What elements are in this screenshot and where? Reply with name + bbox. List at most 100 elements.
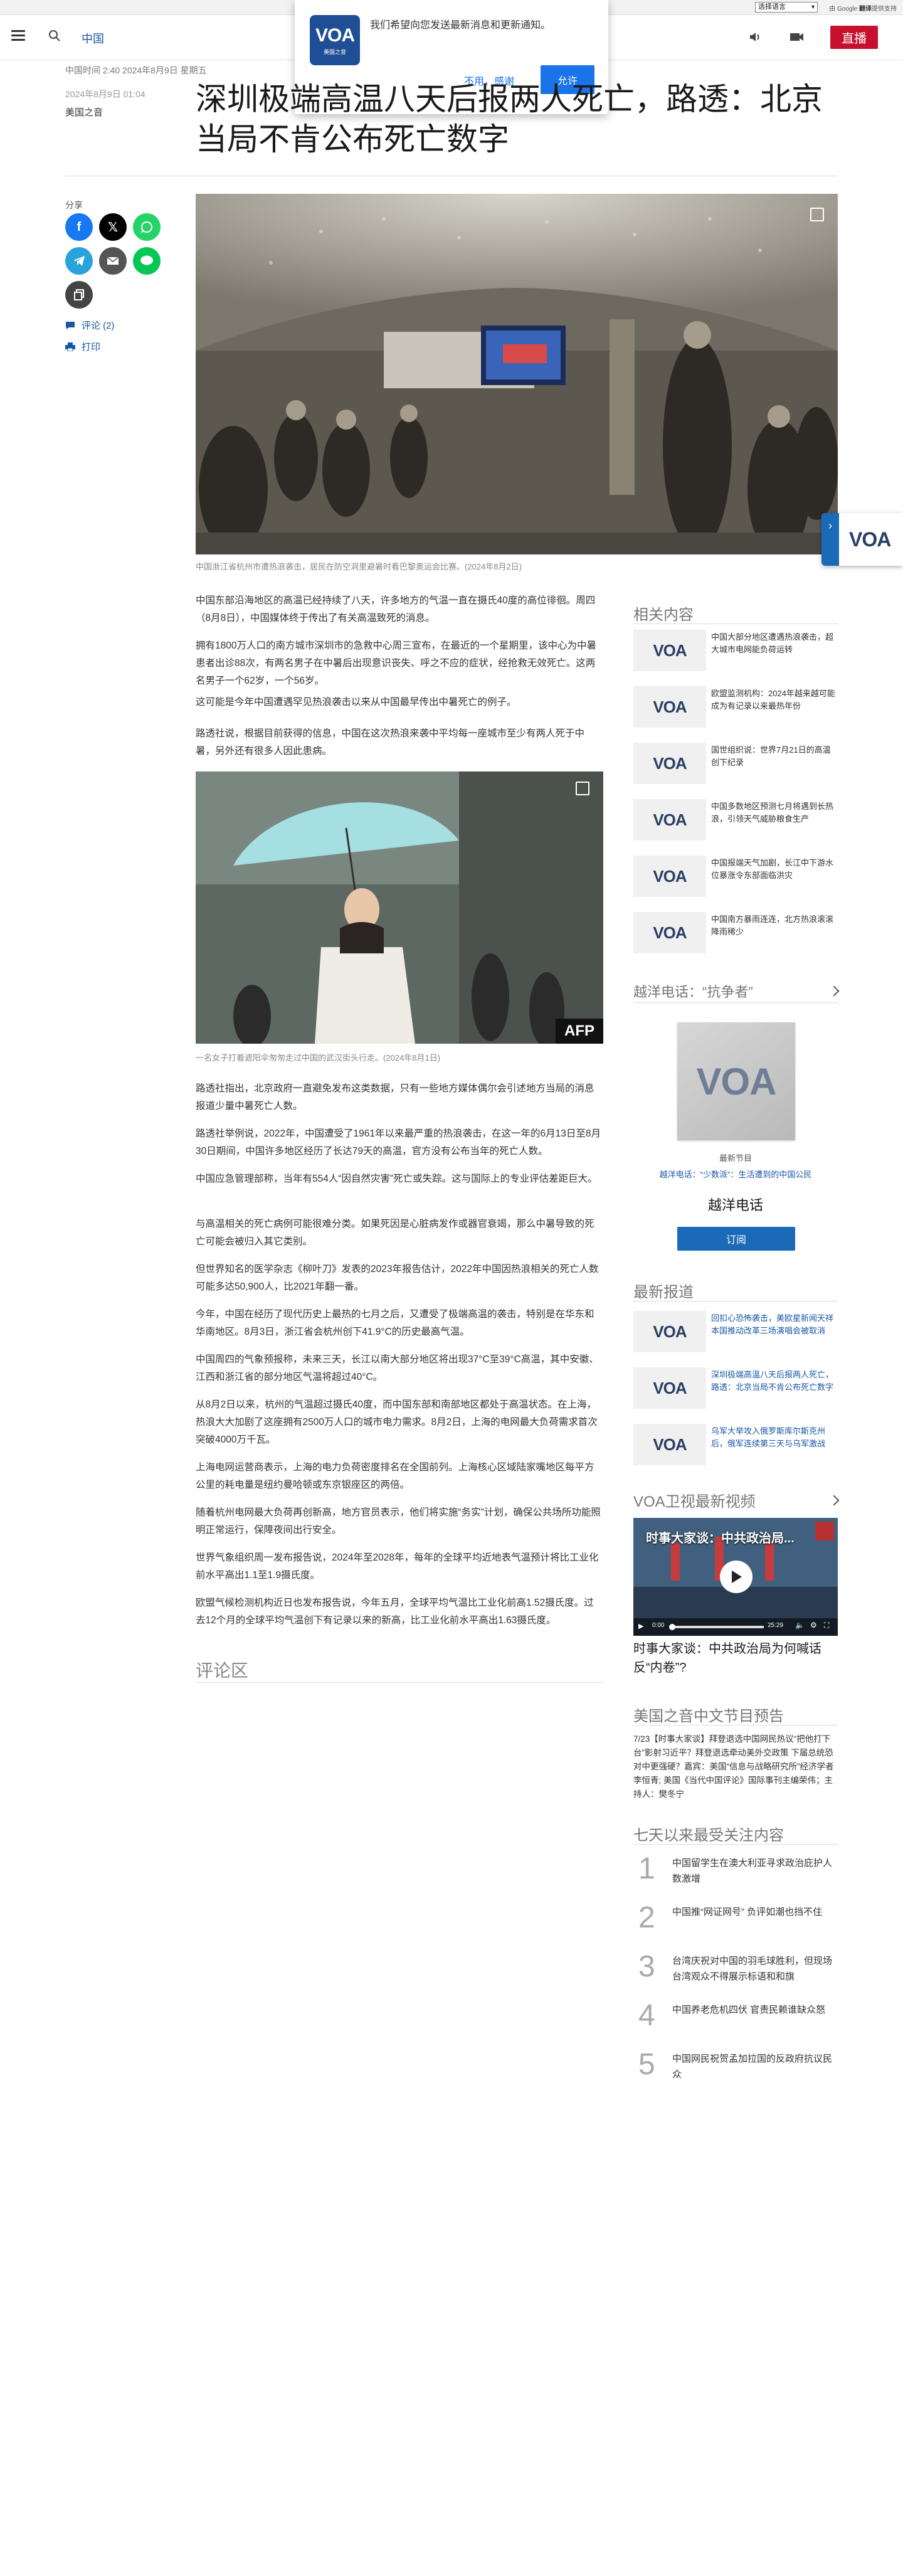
divider — [633, 623, 838, 624]
print-link-label: 打印 — [82, 342, 101, 352]
top-item[interactable]: 4 中国养老危机四伏 官责民赖谁缺众怒 — [633, 1998, 838, 2036]
top-item[interactable]: 2 中国推“网证网号” 负评如潮也挡不住 — [633, 1900, 838, 1938]
related-item[interactable]: VOA 欧盟监测机构：2024年越来越可能成为有记录以来最热年份 — [633, 686, 838, 728]
fullscreen-icon[interactable]: ⛶ — [824, 1621, 829, 1630]
share-label: 分享 — [65, 200, 83, 210]
paragraph-10: 今年，中国在经历了现代历史上最热的七月之后，又遭受了极端高温的袭击，特别是在华东… — [196, 1309, 594, 1337]
divider — [633, 1002, 838, 1003]
paragraph-3: 这可能是今年中国遭遇罕见热浪袭击以来从中国最早传出中暑死亡的例子。 — [196, 697, 517, 708]
related-item[interactable]: VOA 国世组织说：世界7月21日的高温创下纪录 — [633, 743, 838, 784]
paragraph-6: 路透社举例说，2022年，中国遭受了1961年以来最严重的热浪袭击，在这一年的6… — [196, 1128, 601, 1157]
paragraph-9: 但世界知名的医学杂志《柳叶刀》发表的2023年报告估计，2022年中国因热浪相关… — [196, 1264, 599, 1292]
facebook-icon[interactable]: f — [65, 213, 93, 241]
search-icon[interactable] — [48, 29, 61, 43]
related-item[interactable]: VOA 中国报端天气加剧，长江中下游水位暴涨令东部面临洪灾 — [633, 856, 838, 897]
rank-number: 2 — [638, 1901, 655, 1934]
paragraph-13: 上海电网运营商表示，上海的电力负荷密度排名在全国前列。上海核心区域陆家嘴地区每平… — [196, 1462, 594, 1490]
related-item[interactable]: VOA 中国多数地区预测七月将遇到长热浪，引领天气威胁粮食生产 — [633, 799, 838, 840]
latest-item-title: 深圳极端高温八天后报两人死亡，路透：北京当局不肯公布死亡数字 — [711, 1370, 834, 1392]
top-item[interactable]: 5 中国网民祝贺孟加拉国的反政府抗议民众 — [633, 2047, 838, 2085]
subscribe-button[interactable]: 订阅 — [677, 1227, 795, 1251]
voa-thumbnail: VOA — [633, 686, 706, 728]
comments-link[interactable]: 评论 (2) — [65, 319, 115, 332]
volume-icon[interactable]: 🔈 — [795, 1621, 805, 1630]
podcast-cover[interactable]: VOA — [677, 1022, 795, 1140]
paragraph-2: 拥有1800万人口的南方城市深圳市的急救中心周三宣布，在最近的一个星期里，该中心… — [196, 640, 596, 686]
related-item[interactable]: VOA 中国大部分地区遭遇热浪袭击，超大城市电网能负荷运转 — [633, 630, 838, 671]
related-item[interactable]: VOA 中国南方暴雨连连，北方热浪滚滚降雨稀少 — [633, 912, 838, 953]
related-item-title: 中国南方暴雨连连，北方热浪滚滚降雨稀少 — [711, 914, 834, 936]
podcast-heading[interactable]: 越洋电话：“抗争者” — [633, 981, 753, 1001]
telegram-icon[interactable] — [65, 247, 93, 275]
top-item[interactable]: 3 台湾庆祝对中国的羽毛球胜利，但现场台湾观众不得展示标语和和旗 — [633, 1949, 838, 1987]
afp-watermark: AFP — [556, 1019, 603, 1044]
video-player[interactable]: 时事大家谈：中共政治局... ▶ 0:00 25:29 🔈 ⚙ ⛶ — [633, 1518, 838, 1636]
expand-icon[interactable] — [576, 782, 589, 795]
latest-item[interactable]: VOA 乌军大举攻入俄罗斯库尔斯克州后，俄军连续第三天与乌军激战 — [633, 1424, 838, 1465]
print-icon — [65, 342, 75, 351]
video-caption[interactable]: 时事大家谈：中共政治局为何喊话反“内卷”? — [633, 1640, 838, 1677]
settings-icon[interactable]: ⚙ — [810, 1621, 817, 1630]
program-item[interactable]: 7/23【时事大家谈】拜登退选中国网民热议“把他打下台”影射习近平？拜登退选牵动… — [633, 1732, 838, 1801]
top-item-title: 中国推“网证网号” 负评如潮也挡不住 — [672, 1907, 823, 1917]
voa-thumbnail: VOA — [633, 1311, 706, 1352]
divider — [633, 1844, 838, 1845]
related-item-title: 中国大部分地区遭遇热浪袭击，超大城市电网能负荷运转 — [711, 632, 834, 654]
paragraph-16: 欧盟气候检测机构近日也发布报告说，今年五月，全球平均气温比工业化前高1.52摄氏… — [196, 1598, 594, 1626]
play-control-icon[interactable]: ▶ — [638, 1622, 643, 1630]
arrow-right-icon[interactable]: › — [821, 513, 839, 566]
language-select[interactable]: 选择语言 — [755, 2, 818, 13]
email-icon[interactable] — [99, 247, 127, 275]
video-overlay-title: 时事大家谈：中共政治局... — [646, 1532, 795, 1545]
paragraph-12: 从8月2日以来，杭州的气温超过摄氏40度，而中国东部和南部地区都处于高温状态。在… — [196, 1399, 598, 1445]
rank-number: 5 — [638, 2048, 655, 2081]
comments-link-label: 评论 (2) — [82, 321, 115, 331]
divider — [196, 1682, 603, 1683]
video-icon[interactable] — [789, 29, 805, 45]
paragraph-11: 中国周四的气象预报称，未来三天，长江以南大部分地区将出现37°C至39°C高温，… — [196, 1354, 599, 1382]
top-item-title: 中国养老危机四伏 官责民赖谁缺众怒 — [672, 2005, 826, 2015]
top-item-title: 中国留学生在澳大利亚寻求政治庇护人数激增 — [672, 1858, 833, 1884]
hero-caption: 中国浙江省杭州市遭热浪袭击，居民在防空洞里避暑时看巴黎奥运会比赛。(2024年8… — [196, 562, 522, 571]
chevron-right-icon[interactable] — [828, 985, 840, 997]
top-item[interactable]: 1 中国留学生在澳大利亚寻求政治庇护人数激增 — [633, 1852, 838, 1889]
podcast-tag: 最新节目 — [719, 1153, 752, 1163]
paragraph-15: 世界气象组织周一发布报告说，2024年至2028年，每年的全球平均近地表气温预计… — [196, 1552, 599, 1581]
paragraph-1: 中国东部沿海地区的高温已经持续了八天，许多地方的气温一直在摄氏40度的高位徘徊。… — [196, 595, 596, 623]
chevron-right-icon[interactable] — [828, 1495, 840, 1506]
logo-subtext: 美国之音 — [323, 48, 346, 55]
podcast-episode-link[interactable]: 越洋电话：“少数派”：生活遭到的中国公民 — [633, 1168, 838, 1180]
voa-thumbnail: VOA — [633, 856, 706, 897]
video-heading[interactable]: VOA卫视最新视频 — [633, 1489, 756, 1511]
related-heading: 相关内容 — [633, 607, 694, 623]
latest-item-title: 乌军大举攻入俄罗斯库尔斯克州后，俄军连续第三天与乌军激战 — [711, 1426, 826, 1448]
live-button[interactable]: 直播 — [830, 25, 878, 49]
publish-date: 2024年8月9日 01:04 — [65, 89, 145, 99]
expand-icon[interactable] — [810, 208, 824, 221]
play-icon[interactable] — [720, 1561, 752, 1593]
floating-voa-widget[interactable]: › VOA — [821, 513, 903, 566]
volume-icon[interactable] — [747, 29, 764, 45]
podcast-name: 越洋电话 — [707, 1197, 763, 1213]
author[interactable]: 美国之音 — [65, 105, 103, 119]
line-icon[interactable] — [133, 247, 161, 275]
voa-thumbnail: VOA — [633, 630, 706, 671]
article-image[interactable]: AFP — [196, 771, 603, 1044]
section-link[interactable]: 中国 — [82, 30, 104, 46]
logo-text: VOA — [315, 24, 355, 46]
latest-heading: 最新报道 — [633, 1284, 694, 1301]
whatsapp-icon[interactable] — [133, 213, 161, 241]
print-link[interactable]: 打印 — [65, 340, 100, 353]
voa-thumbnail: VOA — [633, 1367, 706, 1409]
rank-number: 3 — [638, 1950, 655, 1983]
top-item-title: 台湾庆祝对中国的羽毛球胜利，但现场台湾观众不得展示标语和和旗 — [672, 1956, 833, 1982]
top-item-title: 中国网民祝贺孟加拉国的反政府抗议民众 — [672, 2054, 833, 2080]
x-icon[interactable]: 𝕏 — [99, 213, 127, 241]
latest-item[interactable]: VOA 回扣心恐怖袭击，美欧星新闻天祥本国推动改革三场演唱会被取消 — [633, 1311, 838, 1352]
hero-image[interactable] — [196, 194, 838, 554]
copy-link-icon[interactable] — [65, 281, 93, 309]
latest-item[interactable]: VOA 深圳极端高温八天后报两人死亡，路透：北京当局不肯公布死亡数字 — [633, 1367, 838, 1409]
local-time: 中国时间 2:40 2024年8月9日 星期五 — [65, 65, 207, 75]
hamburger-icon[interactable] — [11, 30, 25, 41]
google-translate-label[interactable]: 由 Google 翻译提供支持 — [829, 3, 897, 13]
